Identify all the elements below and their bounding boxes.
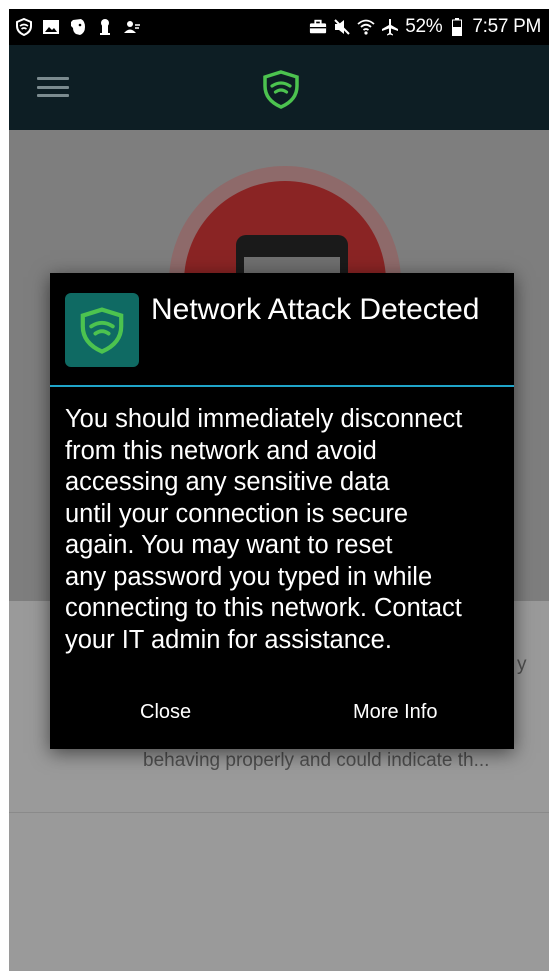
dialog-header: Network Attack Detected xyxy=(50,273,514,385)
contacts-icon xyxy=(123,18,141,36)
status-bar-right-icons: 52% 7:57 PM xyxy=(309,9,541,45)
battery-icon xyxy=(448,18,466,36)
evernote-icon xyxy=(69,18,87,36)
briefcase-icon xyxy=(309,18,327,36)
close-button[interactable]: Close xyxy=(132,697,199,728)
hamburger-menu-icon[interactable] xyxy=(37,73,69,101)
phone-screen: 52% 7:57 PM y behaving properly and coul… xyxy=(9,9,549,971)
network-attack-dialog: Network Attack Detected You should immed… xyxy=(50,273,514,749)
dialog-title-divider xyxy=(50,385,514,387)
image-icon xyxy=(42,18,60,36)
lookout-shield-logo-icon xyxy=(65,293,139,367)
battery-percent: 52% xyxy=(405,16,443,37)
mute-icon xyxy=(333,18,351,36)
wifi-icon xyxy=(357,18,375,36)
shield-vpn-icon xyxy=(15,18,33,36)
dialog-message: You should immediately disconnect from t… xyxy=(65,405,463,654)
more-info-button[interactable]: More Info xyxy=(345,697,445,728)
status-bar: 52% 7:57 PM xyxy=(9,9,549,45)
keyhole-icon xyxy=(96,18,114,36)
divider xyxy=(9,812,549,813)
dialog-actions: Close More Info xyxy=(50,687,514,737)
airplane-icon xyxy=(381,18,399,36)
background-partial-text: y xyxy=(517,654,527,675)
app-bar xyxy=(9,45,549,130)
clock: 7:57 PM xyxy=(472,16,541,37)
background-description-text: behaving properly and could indicate th.… xyxy=(143,750,490,771)
status-bar-left-icons xyxy=(15,9,141,45)
lookout-shield-logo-icon xyxy=(261,69,301,109)
dialog-title: Network Attack Detected xyxy=(151,293,480,326)
